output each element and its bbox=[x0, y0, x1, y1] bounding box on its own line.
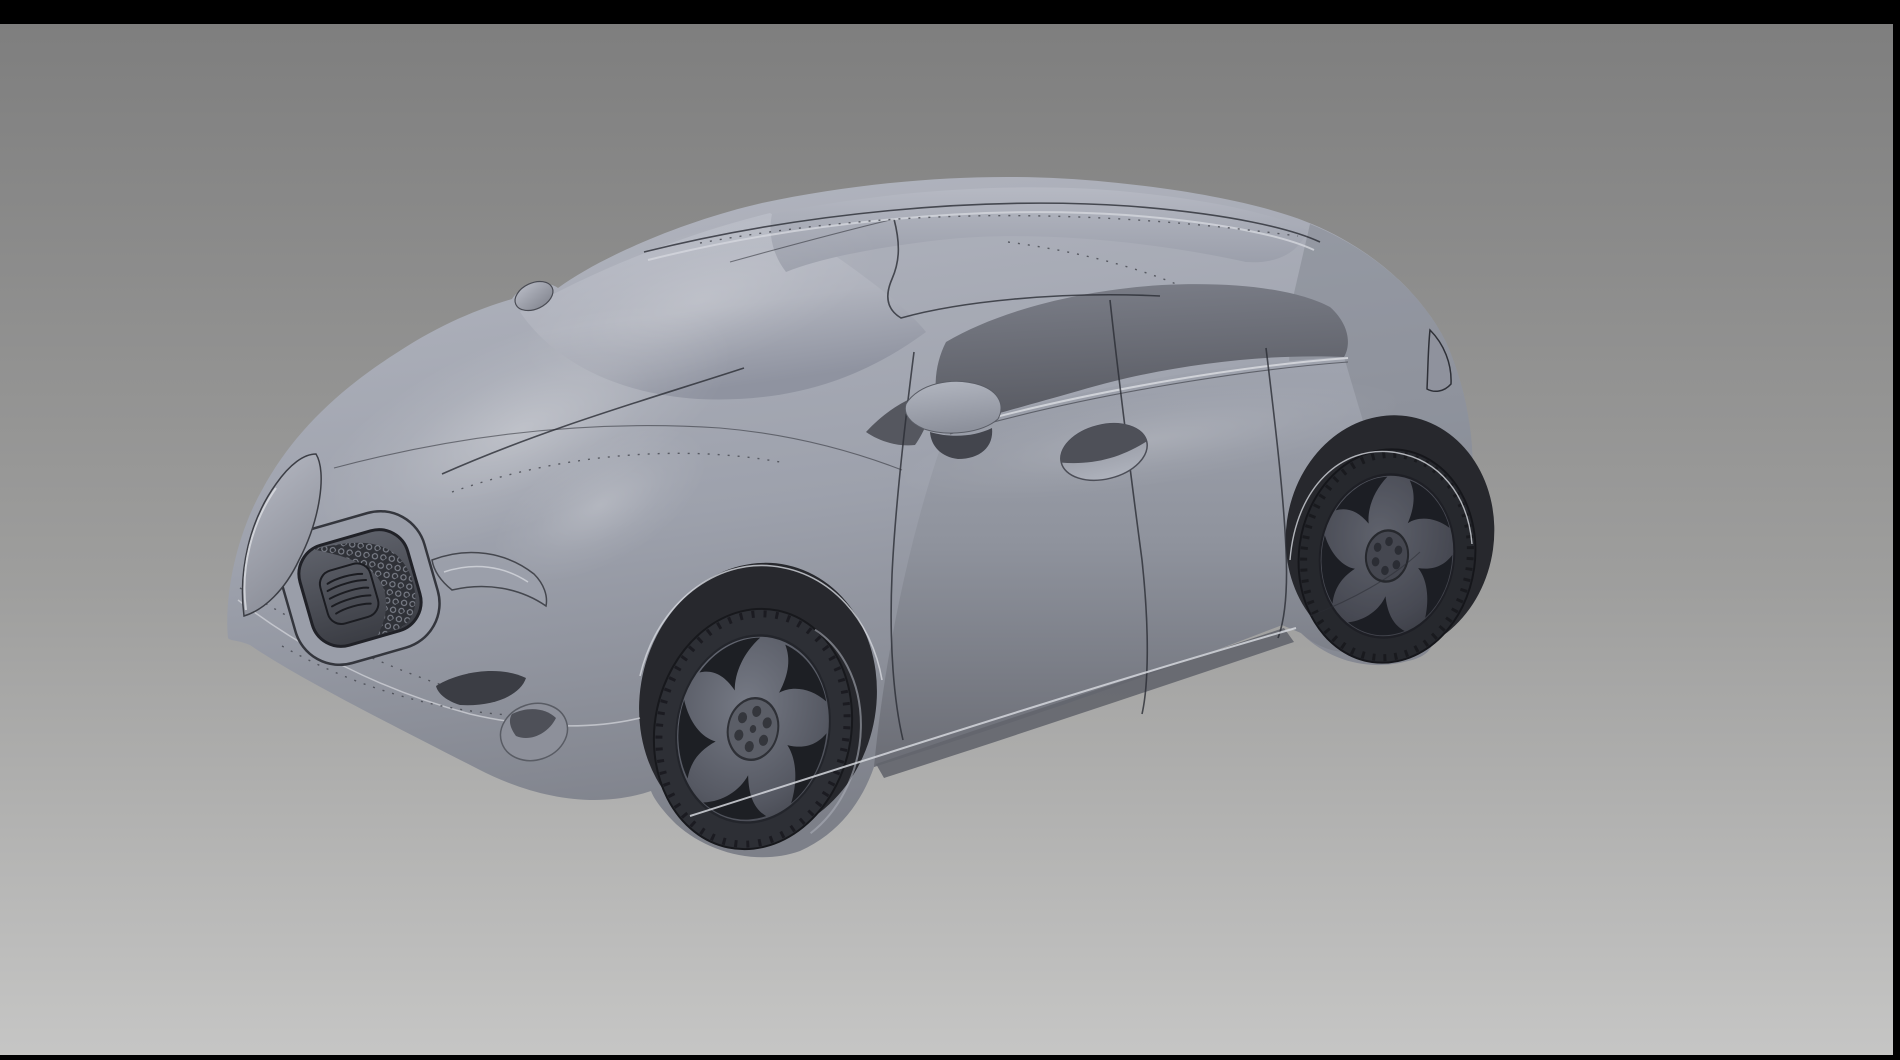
viewport-background[interactable] bbox=[0, 0, 1900, 1060]
letterbox-right-bar bbox=[1893, 0, 1900, 1060]
car-model bbox=[227, 175, 1509, 870]
letterbox-bottom-bar bbox=[0, 1055, 1900, 1060]
letterbox-top-bar bbox=[0, 0, 1900, 24]
car-render[interactable] bbox=[0, 0, 1900, 1060]
